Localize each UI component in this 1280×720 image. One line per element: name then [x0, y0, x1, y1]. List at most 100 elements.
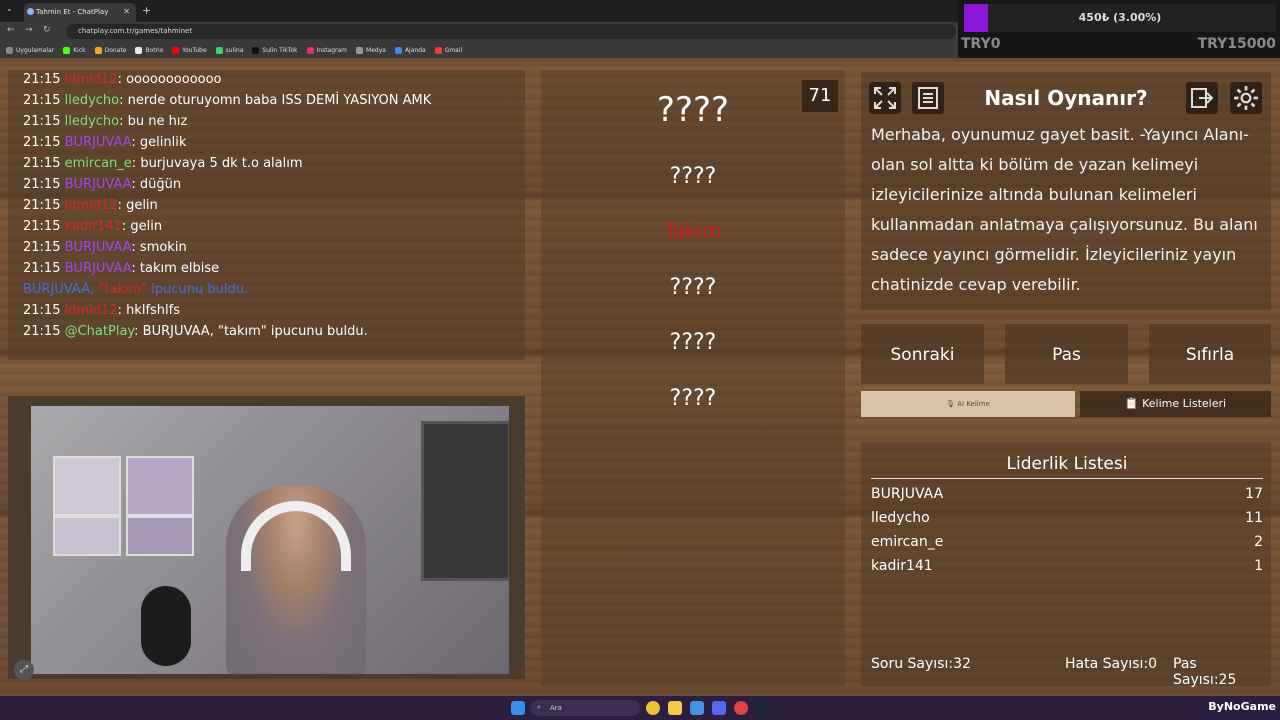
- bookmarks-bar: Uygulamalar Kick Donate Botrix YouTube sulina…: [0, 42, 960, 58]
- bookmark-favicon-icon: [172, 46, 180, 54]
- error-count-label: Hata Sayısı:: [1065, 656, 1149, 672]
- donation-min-label: TRY0: [961, 36, 1001, 52]
- chat-text: takım elbise: [139, 261, 220, 276]
- bookmark-item[interactable]: Ajanda: [394, 46, 426, 54]
- chat-username: kadir141: [64, 219, 122, 234]
- bookmark-item[interactable]: Kick: [63, 46, 86, 54]
- tab-menu-icon[interactable]: ⌄: [6, 4, 13, 13]
- tab-close-icon[interactable]: ✕: [123, 7, 130, 16]
- chat-panel: 21:15 ldmld12: oooooooooooo 21:15 lledych…: [8, 70, 525, 360]
- new-tab-icon[interactable]: +: [142, 4, 151, 17]
- bookmark-item[interactable]: Gmail: [434, 46, 462, 54]
- forward-icon[interactable]: →: [25, 25, 33, 35]
- question-count: Soru Sayısı:32: [871, 656, 971, 672]
- url-field[interactable]: chatplay.com.tr/games/tahminet: [66, 24, 956, 39]
- bookmark-favicon-icon: [306, 46, 314, 54]
- start-icon[interactable]: [511, 701, 525, 715]
- wall-poster: [53, 516, 121, 556]
- chat-message: 21:15 kadir141: gelin: [23, 219, 162, 234]
- leaderboard-name: lledycho: [871, 510, 930, 526]
- bookmark-item[interactable]: Uygulamalar: [6, 46, 54, 54]
- bookmark-label: Ajanda: [404, 46, 426, 54]
- bookmark-item[interactable]: YouTube: [172, 46, 207, 54]
- steam-icon[interactable]: [756, 701, 770, 715]
- hidden-word: ????: [669, 164, 717, 189]
- chat-text: gelin: [130, 219, 163, 234]
- next-button[interactable]: Sonraki: [861, 324, 984, 384]
- chat-separator: :: [134, 324, 143, 339]
- chat-time: 21:15: [23, 114, 61, 129]
- question-count-label: Soru Sayısı:: [871, 656, 954, 672]
- chat-time: 21:15: [23, 219, 61, 234]
- leaderboard-score: 2: [1254, 534, 1263, 550]
- chat-message: 21:15 ldmld12: hklfshlfs: [23, 303, 180, 318]
- found-word: Takım: [664, 219, 722, 243]
- discord-icon[interactable]: [712, 701, 726, 715]
- wall-poster: [53, 456, 121, 516]
- chat-text: burjuvaya 5 dk t.o alalım: [140, 156, 303, 171]
- leaderboard-row: emircan_e 2: [871, 534, 1263, 550]
- expand-icon[interactable]: ⤢: [14, 660, 34, 680]
- app-icon[interactable]: [690, 701, 704, 715]
- word-lists-tab[interactable]: 📋 Kelime Listeleri: [1080, 391, 1271, 417]
- chat-message: 21:15 emircan_e: burjuvaya 5 dk t.o alal…: [23, 156, 303, 171]
- search-icon: ⌕: [537, 703, 541, 711]
- browser-tab[interactable]: Tahmin Et - ChatPlay ✕: [24, 3, 136, 22]
- lamp: [141, 586, 191, 666]
- chat-username: emircan_e: [64, 156, 132, 171]
- pass-count-label: Pas Sayısı:: [1173, 656, 1219, 688]
- taskbar-search-placeholder: Ara: [550, 704, 562, 712]
- bookmark-item[interactable]: sulina: [215, 46, 243, 54]
- chat-separator: :: [131, 177, 140, 192]
- clipboard-icon: 📋: [1124, 397, 1139, 410]
- chat-username: @ChatPlay: [64, 324, 135, 339]
- leaderboard-title: Liderlik Listesi: [871, 454, 1263, 479]
- error-count-value: 0: [1148, 656, 1158, 672]
- ai-word-tab[interactable]: 🎙 AI Kelime: [861, 391, 1075, 417]
- bookmark-favicon-icon: [434, 46, 442, 54]
- hidden-word: ????: [669, 386, 717, 411]
- reset-button[interactable]: Sıfırla: [1149, 324, 1271, 384]
- bookmark-item[interactable]: Donate: [94, 46, 126, 54]
- chat-text: BURJUVAA, "takım" ipucunu buldu.: [142, 324, 368, 339]
- leaderboard-name: kadir141: [871, 558, 933, 574]
- watermark: ByNoGame: [1208, 700, 1276, 713]
- app-icon[interactable]: [734, 701, 748, 715]
- chat-separator: :: [117, 198, 127, 213]
- chat-message: 21:15 BURJUVAA: smokin: [23, 240, 187, 255]
- chat-separator: :: [117, 303, 127, 318]
- gear-icon[interactable]: [1230, 82, 1262, 114]
- chat-system-user: BURJUVAA,: [23, 282, 99, 297]
- chat-time: 21:15: [23, 156, 61, 171]
- chrome-icon[interactable]: [646, 701, 660, 715]
- exit-icon[interactable]: [1186, 82, 1218, 114]
- chat-message: 21:15 ldmld12: oooooooooooo: [23, 72, 222, 87]
- bookmark-item[interactable]: Medya: [356, 46, 386, 54]
- bookmark-item[interactable]: Sulin TikTok: [252, 46, 298, 54]
- leaderboard-row: lledycho 11: [871, 510, 1263, 526]
- tab-title: Tahmin Et - ChatPlay: [36, 8, 109, 16]
- reload-icon[interactable]: ↻: [43, 25, 51, 35]
- back-icon[interactable]: ←: [7, 25, 15, 35]
- main-word: ????: [656, 90, 730, 130]
- chat-text: gelinlik: [139, 135, 187, 150]
- folder-icon[interactable]: [668, 701, 682, 715]
- bookmark-favicon-icon: [356, 46, 364, 54]
- word-lists-tab-label: Kelime Listeleri: [1142, 397, 1227, 410]
- taskbar: [0, 696, 1280, 720]
- chat-separator: :: [131, 261, 140, 276]
- chat-separator: :: [117, 72, 127, 87]
- bookmark-favicon-icon: [215, 46, 223, 54]
- bookmark-item[interactable]: Botrix: [135, 46, 163, 54]
- pass-button[interactable]: Pas: [1005, 324, 1128, 384]
- taskbar-search[interactable]: ⌕ Ara: [530, 700, 640, 716]
- ai-icon: 🎙: [946, 400, 955, 408]
- chat-message: 21:15 ldmld12: gelin: [23, 198, 158, 213]
- chat-time: 21:15: [23, 198, 61, 213]
- bookmark-item[interactable]: Instagram: [306, 46, 348, 54]
- webcam-image: [31, 406, 509, 674]
- ai-word-tab-label: AI Kelime: [957, 400, 990, 408]
- chat-text: hklfshlfs: [126, 303, 180, 318]
- chat-separator: :: [119, 114, 128, 129]
- bookmark-label: Instagram: [316, 46, 348, 54]
